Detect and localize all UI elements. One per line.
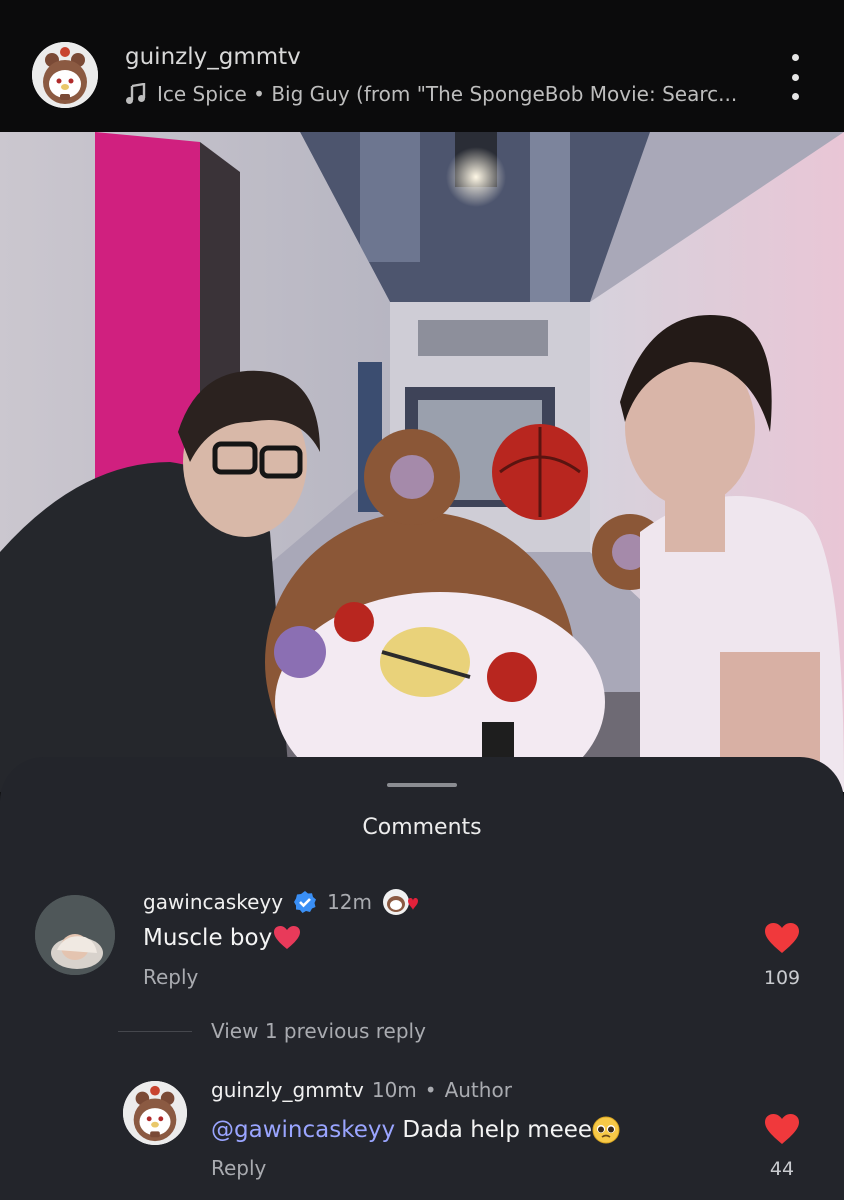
red-heart-emoji-icon xyxy=(274,926,301,949)
sheet-drag-handle[interactable] xyxy=(387,783,457,787)
reply-text: Dada help meee xyxy=(395,1117,593,1143)
author-avatar[interactable] xyxy=(32,42,98,108)
author-label: Author xyxy=(444,1078,512,1102)
mascot-avatar-icon xyxy=(123,1081,187,1145)
like-count: 109 xyxy=(763,967,801,989)
music-track-label: Ice Spice • Big Guy (from "The SpongeBob… xyxy=(157,82,738,106)
more-dot xyxy=(791,93,799,100)
reply-header: guinzly_gmmtv 10m • Author xyxy=(211,1078,512,1102)
comments-sheet: Comments gawincaskeyy 12m Muscle boy Rep… xyxy=(0,757,844,1200)
reply-button[interactable]: Reply xyxy=(143,965,198,989)
creator-liked-avatar xyxy=(382,887,418,917)
reply-username[interactable]: guinzly_gmmtv xyxy=(211,1078,364,1102)
thread-divider xyxy=(118,1031,192,1032)
commenter-avatar[interactable] xyxy=(35,895,115,975)
comment-time: 12m xyxy=(327,890,372,914)
comment-text-row: Muscle boy xyxy=(143,925,301,951)
like-heart-icon[interactable] xyxy=(764,922,800,954)
post-image xyxy=(0,132,844,792)
separator-dot: • xyxy=(424,1078,437,1102)
like-heart-icon[interactable] xyxy=(764,1113,800,1145)
more-vertical-icon[interactable] xyxy=(780,54,810,100)
pleading-face-emoji-icon xyxy=(592,1116,620,1144)
reply-text-row: @gawincaskeyy Dada help meee xyxy=(211,1116,620,1144)
mascot-avatar-icon xyxy=(32,42,98,108)
music-info[interactable]: Ice Spice • Big Guy (from "The SpongeBob… xyxy=(125,82,737,106)
more-dot xyxy=(791,54,799,61)
sheet-title: Comments xyxy=(362,815,482,840)
post-photo[interactable] xyxy=(0,132,844,792)
verified-badge-icon xyxy=(294,891,317,913)
profile-photo-icon xyxy=(35,895,115,975)
comment-text: Muscle boy xyxy=(143,925,273,951)
view-previous-replies[interactable]: View 1 previous reply xyxy=(211,1019,426,1043)
reply-time: 10m xyxy=(371,1078,417,1102)
more-dot xyxy=(791,73,799,81)
mention-link[interactable]: @gawincaskeyy xyxy=(211,1117,395,1143)
like-count: 44 xyxy=(769,1158,795,1180)
post-header: guinzly_gmmtv Ice Spice • Big Guy (from … xyxy=(0,0,844,132)
creator-heart-icon xyxy=(383,889,418,915)
comment-username[interactable]: gawincaskeyy xyxy=(143,890,283,914)
music-note-icon xyxy=(126,83,146,104)
reply-button[interactable]: Reply xyxy=(211,1156,266,1180)
comment-header: gawincaskeyy 12m xyxy=(143,887,418,917)
reply-author-avatar[interactable] xyxy=(123,1081,187,1145)
author-username[interactable]: guinzly_gmmtv xyxy=(125,44,301,70)
